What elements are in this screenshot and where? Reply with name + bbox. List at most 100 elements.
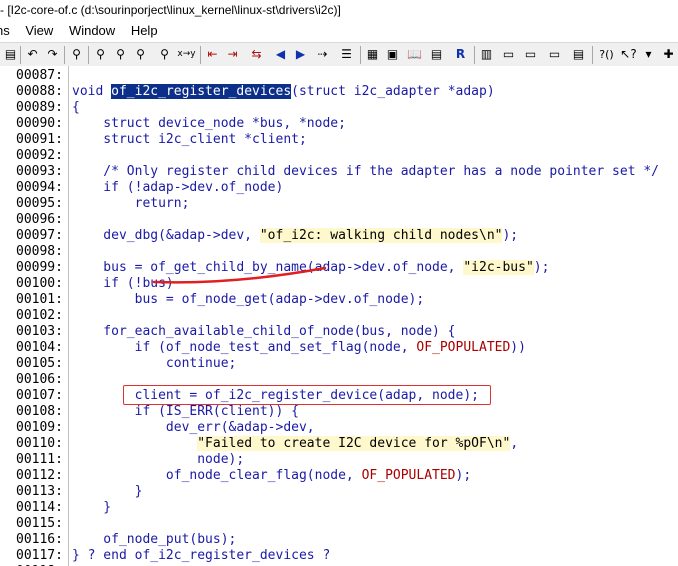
code-text: } — [72, 484, 143, 500]
code-token: } ? end of_i2c_register_devices ? — [72, 548, 331, 563]
code-line[interactable]: 00112: of_node_clear_flag(node, OF_POPUL… — [0, 468, 678, 484]
code-token: /* Only register child devices if the ad… — [72, 164, 659, 179]
code-line[interactable]: 00092: — [0, 148, 678, 164]
layout5-icon[interactable]: ▤ — [570, 46, 587, 63]
code-line[interactable]: 00089: { — [0, 100, 678, 116]
more-icon[interactable]: ▾ — [640, 46, 657, 63]
bookmark-toggle-icon[interactable]: ⇆ — [248, 46, 265, 63]
file-icon[interactable]: ▣ — [384, 46, 401, 63]
project-icon[interactable]: ▦ — [364, 46, 381, 63]
code-token: struct — [72, 132, 159, 147]
code-text: for_each_available_child_of_node(bus, no… — [72, 324, 455, 340]
menu-help[interactable]: Help — [131, 22, 158, 40]
code-token: if — [72, 276, 127, 291]
code-line[interactable]: 00109: dev_err(&adap->dev, — [0, 420, 678, 436]
replace-icon[interactable]: x→y — [177, 46, 195, 63]
find-all-icon[interactable]: ⚲ — [156, 46, 173, 63]
code-token: "Failed to create I2C device for %pOF\n" — [197, 436, 511, 451]
line-number: 00104: — [16, 340, 63, 355]
line-number: 00091: — [16, 132, 63, 147]
code-token: )) — [510, 340, 526, 355]
code-line[interactable]: 00113: } — [0, 484, 678, 500]
menu-bar: ns View Window Help — [0, 22, 678, 40]
code-line[interactable]: 00114: } — [0, 500, 678, 516]
code-text: if (!adap->dev.of_node) — [72, 180, 283, 196]
code-line[interactable]: 00094: if (!adap->dev.of_node) — [0, 180, 678, 196]
line-number: 00109: — [16, 420, 63, 435]
code-editor[interactable]: 00087: 00088: void of_i2c_register_devices… — [0, 66, 678, 566]
context-help-icon[interactable]: ?() — [598, 46, 615, 63]
code-line[interactable]: 00090: struct device_node *bus, *node; — [0, 116, 678, 132]
code-text: /* Only register child devices if the ad… — [72, 164, 659, 180]
code-text: void of_i2c_register_devices(struct i2c_… — [72, 84, 495, 100]
menu-options[interactable]: ns — [0, 22, 10, 40]
code-token: { — [72, 100, 80, 115]
relation-icon[interactable]: R — [452, 46, 469, 63]
line-number: 00111: — [16, 452, 63, 467]
code-line[interactable]: 00087: — [0, 68, 678, 84]
code-token: node); — [72, 452, 245, 467]
layout3-icon[interactable]: ▭ — [522, 46, 539, 63]
back-icon[interactable]: ◀ — [272, 46, 289, 63]
code-text: of_node_clear_flag(node, OF_POPULATED); — [72, 468, 471, 484]
undo-icon[interactable]: ↶ — [24, 46, 41, 63]
find-in-files-icon[interactable]: ⚲ — [132, 46, 149, 63]
code-text: if (of_node_test_and_set_flag(node, OF_P… — [72, 340, 526, 356]
jump-icon[interactable]: ⇢ — [314, 46, 331, 63]
extra-icon[interactable]: ✚ — [660, 46, 677, 63]
line-number: 00094: — [16, 180, 63, 195]
code-token: ; — [228, 356, 237, 371]
code-line[interactable]: 00091: struct i2c_client *client; — [0, 132, 678, 148]
code-token: ); — [455, 468, 472, 483]
line-number: 00095: — [16, 196, 63, 211]
line-number: 00097: — [16, 228, 63, 243]
line-number: 00116: — [16, 532, 63, 547]
code-line[interactable]: 00116: of_node_put(bus); — [0, 532, 678, 548]
code-token: void — [72, 84, 112, 99]
list-icon[interactable]: ☰ — [338, 46, 355, 63]
line-number: 00090: — [16, 116, 63, 131]
code-token: struct — [72, 116, 159, 131]
layout2-icon[interactable]: ▭ — [500, 46, 517, 63]
forward-icon[interactable]: ▶ — [292, 46, 309, 63]
code-line[interactable]: 00105: continue; — [0, 356, 678, 372]
find-prev-icon[interactable]: ⚲ — [92, 46, 109, 63]
code-line[interactable]: 00096: — [0, 212, 678, 228]
code-line[interactable]: 00093: /* Only register child devices if… — [0, 164, 678, 180]
code-line[interactable]: 00097: dev_dbg(&adap->dev, "of_i2c: walk… — [0, 228, 678, 244]
code-line[interactable]: 00088: void of_i2c_register_devices(struc… — [0, 84, 678, 100]
code-text: node); — [72, 452, 244, 468]
layout4-icon[interactable]: ▭ — [546, 46, 563, 63]
window-title: - [I2c-core-of.c (d:\sourinporject\linux… — [0, 0, 678, 20]
redo-icon[interactable]: ↷ — [44, 46, 61, 63]
code-token: device_node *bus, *node; — [158, 116, 346, 131]
code-token: ( — [291, 84, 299, 99]
bookmark-prev-icon[interactable]: ⇤ — [204, 46, 221, 63]
menu-window[interactable]: Window — [69, 22, 115, 40]
pointer-help-icon[interactable]: ↖? — [620, 46, 637, 63]
code-line[interactable]: 00095: return; — [0, 196, 678, 212]
folder-icon[interactable]: ▤ — [428, 46, 445, 63]
code-token: dev_err(&adap->dev, — [72, 420, 315, 435]
find-next-icon[interactable]: ⚲ — [112, 46, 129, 63]
code-line[interactable]: 00110: "Failed to create I2C device for … — [0, 436, 678, 452]
menu-view[interactable]: View — [25, 22, 53, 40]
code-line[interactable]: 00104: if (of_node_test_and_set_flag(nod… — [0, 340, 678, 356]
code-line[interactable]: 00108: if (IS_ERR(client)) { — [0, 404, 678, 420]
find-icon[interactable]: ⚲ — [68, 46, 85, 63]
code-line[interactable]: 00115: — [0, 516, 678, 532]
layout1-icon[interactable]: ▥ — [478, 46, 495, 63]
code-line[interactable]: 00102: — [0, 308, 678, 324]
code-text: dev_err(&adap->dev, — [72, 420, 315, 436]
code-token: i2c_client *client; — [158, 132, 307, 147]
code-token: "of_i2c: walking child nodes\n" — [259, 228, 503, 243]
bookmark-next-icon[interactable]: ⇥ — [224, 46, 241, 63]
book-icon[interactable]: 📖 — [406, 46, 423, 63]
toolbar: ▤ ↶ ↷ ⚲ ⚲ ⚲ ⚲ ⚲ x→y ⇤ ⇥ ⇆ ◀ ▶ ⇢ ☰ ▦ ▣ 📖 … — [0, 42, 678, 68]
toggle-icon[interactable]: ▤ — [2, 46, 19, 63]
code-line[interactable]: 00111: node); — [0, 452, 678, 468]
red-underline-annotation — [152, 266, 327, 284]
code-line[interactable]: 00117:} ? end of_i2c_register_devices ? — [0, 548, 678, 564]
code-line[interactable]: 00103: for_each_available_child_of_node(… — [0, 324, 678, 340]
